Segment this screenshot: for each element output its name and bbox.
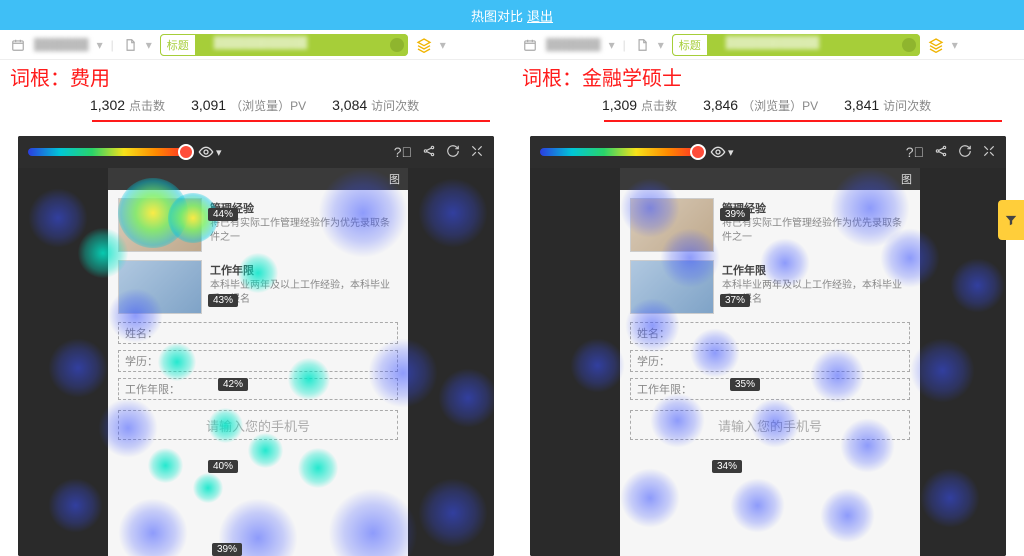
head-tail: 图 bbox=[901, 171, 912, 187]
percent-badge: 40% bbox=[208, 460, 238, 473]
topbar-title: 热图对比 bbox=[471, 6, 523, 25]
percent-badge: 44% bbox=[208, 208, 238, 221]
visits-value: 3,841 bbox=[844, 97, 879, 113]
name-field[interactable]: 姓名： bbox=[630, 322, 910, 344]
filter-tab[interactable] bbox=[998, 200, 1024, 240]
title-filter-pill[interactable]: 标题▸ ████████████ bbox=[672, 34, 920, 56]
percent-badge: 37% bbox=[720, 294, 750, 307]
education-field[interactable]: 学历： bbox=[118, 350, 398, 372]
percent-badge: 35% bbox=[730, 378, 760, 391]
percent-badge: 34% bbox=[712, 460, 742, 473]
stats-underline bbox=[92, 120, 490, 122]
visibility-toggle[interactable]: ▾ bbox=[198, 144, 222, 160]
visits-label: 访问次数 bbox=[371, 97, 419, 114]
chevron-down-icon[interactable]: ▾ bbox=[440, 38, 446, 52]
intensity-slider[interactable] bbox=[540, 148, 700, 156]
visits-label: 访问次数 bbox=[883, 97, 931, 114]
pv-label: （浏览量）PV bbox=[230, 97, 306, 114]
date-blur: ███████ bbox=[546, 39, 601, 51]
clicks-label: 点击数 bbox=[129, 97, 165, 114]
card-image bbox=[630, 198, 714, 252]
title-filter-pill[interactable]: 标题▸ ████████████ bbox=[160, 34, 408, 56]
pill-label: 标题 bbox=[160, 34, 196, 56]
right-panel: ███████ ▾ | ▾ 标题▸ ████████████ ▾ 词根：金融学硕… bbox=[512, 30, 1024, 556]
clicks-value: 1,309 bbox=[602, 97, 637, 113]
slider-knob[interactable] bbox=[178, 144, 194, 160]
education-field[interactable]: 学历： bbox=[630, 350, 910, 372]
head-tail: 图 bbox=[389, 171, 400, 187]
calendar-icon[interactable] bbox=[522, 37, 538, 53]
close-icon[interactable] bbox=[386, 34, 408, 56]
stats-underline bbox=[604, 120, 1002, 122]
page-icon[interactable] bbox=[634, 37, 650, 53]
heatmap-toolbar: ▾ ?⃝ bbox=[18, 136, 494, 168]
share-icon[interactable] bbox=[934, 144, 948, 161]
chevron-down-icon[interactable]: ▾ bbox=[146, 38, 152, 52]
stats-right: 1,309点击数 3,846（浏览量）PV 3,841访问次数 bbox=[512, 91, 1024, 120]
card-image bbox=[118, 260, 202, 314]
phone-input[interactable]: 请输入您的手机号 bbox=[630, 410, 910, 440]
pv-label: （浏览量）PV bbox=[742, 97, 818, 114]
chevron-down-icon[interactable]: ▾ bbox=[97, 38, 103, 52]
close-icon[interactable] bbox=[898, 34, 920, 56]
help-icon[interactable]: ?⃝ bbox=[906, 144, 924, 160]
calendar-icon[interactable] bbox=[10, 37, 26, 53]
expand-icon[interactable] bbox=[982, 144, 996, 161]
clicks-value: 1,302 bbox=[90, 97, 125, 113]
page-preview: 图 管理经验将已有实际工作管理经验作为优先录取条件之一 工作年限本科毕业两年及以… bbox=[620, 168, 920, 556]
root-word-left: 词根：费用 bbox=[0, 60, 512, 91]
card-image bbox=[630, 260, 714, 314]
page-preview: 图 管理经验将已有实际工作管理经验作为优先录取条件之一 工作年限本科毕业两年及以… bbox=[108, 168, 408, 556]
heatmap-left: ▾ ?⃝ 图 管理经验将已有实际工作管理经验作为优先录取条件之一 工作年限本科毕… bbox=[18, 136, 494, 556]
top-bar: 热图对比 退出 bbox=[0, 0, 1024, 30]
pv-value: 3,846 bbox=[703, 97, 738, 113]
slider-knob[interactable] bbox=[690, 144, 706, 160]
years-field[interactable]: 工作年限： bbox=[118, 378, 398, 400]
percent-badge: 39% bbox=[720, 208, 750, 221]
date-blur: ███████ bbox=[34, 39, 89, 51]
phone-input[interactable]: 请输入您的手机号 bbox=[118, 410, 398, 440]
percent-badge: 42% bbox=[218, 378, 248, 391]
refresh-icon[interactable] bbox=[446, 144, 460, 161]
pill-label: 标题 bbox=[672, 34, 708, 56]
percent-badge: 39% bbox=[212, 543, 242, 556]
help-icon[interactable]: ?⃝ bbox=[394, 144, 412, 160]
percent-badge: 43% bbox=[208, 294, 238, 307]
visits-value: 3,084 bbox=[332, 97, 367, 113]
right-toolbar: ███████ ▾ | ▾ 标题▸ ████████████ ▾ bbox=[512, 30, 1024, 60]
exit-link[interactable]: 退出 bbox=[527, 6, 553, 25]
left-panel: ███████ ▾ | ▾ 标题▸ ████████████ ▾ 词根：费用 1… bbox=[0, 30, 512, 556]
clicks-label: 点击数 bbox=[641, 97, 677, 114]
expand-icon[interactable] bbox=[470, 144, 484, 161]
chevron-down-icon[interactable]: ▾ bbox=[658, 38, 664, 52]
card-image bbox=[118, 198, 202, 252]
intensity-slider[interactable] bbox=[28, 148, 188, 156]
years-field[interactable]: 工作年限： bbox=[630, 378, 910, 400]
layers-icon[interactable] bbox=[928, 37, 944, 53]
left-toolbar: ███████ ▾ | ▾ 标题▸ ████████████ ▾ bbox=[0, 30, 512, 60]
pv-value: 3,091 bbox=[191, 97, 226, 113]
stats-left: 1,302点击数 3,091（浏览量）PV 3,084访问次数 bbox=[0, 91, 512, 120]
page-icon[interactable] bbox=[122, 37, 138, 53]
heatmap-right: ▾ ?⃝ 图 管理经验将已有实际工作管理经验作为优先录取条件之一 工作年限本科毕… bbox=[530, 136, 1006, 556]
share-icon[interactable] bbox=[422, 144, 436, 161]
layers-icon[interactable] bbox=[416, 37, 432, 53]
root-word-right: 词根：金融学硕士 bbox=[512, 60, 1024, 91]
chevron-down-icon[interactable]: ▾ bbox=[609, 38, 615, 52]
visibility-toggle[interactable]: ▾ bbox=[710, 144, 734, 160]
refresh-icon[interactable] bbox=[958, 144, 972, 161]
name-field[interactable]: 姓名： bbox=[118, 322, 398, 344]
heatmap-toolbar: ▾ ?⃝ bbox=[530, 136, 1006, 168]
chevron-down-icon[interactable]: ▾ bbox=[952, 38, 958, 52]
